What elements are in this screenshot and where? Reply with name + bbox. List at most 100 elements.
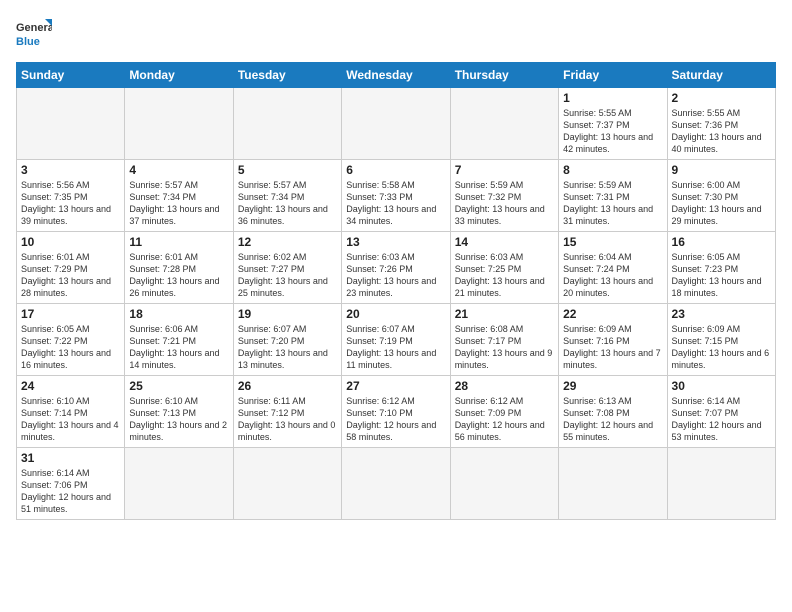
calendar-day-cell: 12Sunrise: 6:02 AM Sunset: 7:27 PM Dayli… xyxy=(233,232,341,304)
day-number: 17 xyxy=(21,307,120,321)
day-info: Sunrise: 5:59 AM Sunset: 7:31 PM Dayligh… xyxy=(563,179,662,228)
weekday-tuesday: Tuesday xyxy=(233,63,341,88)
svg-text:Blue: Blue xyxy=(16,36,40,48)
calendar-day-cell xyxy=(450,88,558,160)
day-number: 24 xyxy=(21,379,120,393)
day-info: Sunrise: 6:01 AM Sunset: 7:28 PM Dayligh… xyxy=(129,251,228,300)
calendar-day-cell: 29Sunrise: 6:13 AM Sunset: 7:08 PM Dayli… xyxy=(559,376,667,448)
day-number: 13 xyxy=(346,235,445,249)
calendar-table: SundayMondayTuesdayWednesdayThursdayFrid… xyxy=(16,62,776,520)
day-number: 11 xyxy=(129,235,228,249)
day-number: 20 xyxy=(346,307,445,321)
calendar-day-cell xyxy=(667,448,775,520)
day-number: 4 xyxy=(129,163,228,177)
day-number: 1 xyxy=(563,91,662,105)
day-info: Sunrise: 6:03 AM Sunset: 7:26 PM Dayligh… xyxy=(346,251,445,300)
calendar-day-cell xyxy=(17,88,125,160)
day-info: Sunrise: 6:01 AM Sunset: 7:29 PM Dayligh… xyxy=(21,251,120,300)
calendar-day-cell: 23Sunrise: 6:09 AM Sunset: 7:15 PM Dayli… xyxy=(667,304,775,376)
day-info: Sunrise: 6:12 AM Sunset: 7:09 PM Dayligh… xyxy=(455,395,554,444)
calendar-day-cell: 27 Sunrise: 6:12 AM Sunset: 7:10 PM Dayli… xyxy=(342,376,450,448)
calendar-day-cell: 3Sunrise: 5:56 AM Sunset: 7:35 PM Daylig… xyxy=(17,160,125,232)
day-info: Sunrise: 6:07 AM Sunset: 7:19 PM Dayligh… xyxy=(346,323,445,372)
day-number: 31 xyxy=(21,451,120,465)
day-info: Sunrise: 6:05 AM Sunset: 7:22 PM Dayligh… xyxy=(21,323,120,372)
day-info: Sunrise: 5:57 AM Sunset: 7:34 PM Dayligh… xyxy=(238,179,337,228)
day-number: 12 xyxy=(238,235,337,249)
day-number: 21 xyxy=(455,307,554,321)
day-info: Sunrise: 6:03 AM Sunset: 7:25 PM Dayligh… xyxy=(455,251,554,300)
day-number: 6 xyxy=(346,163,445,177)
calendar-day-cell: 25Sunrise: 6:10 AM Sunset: 7:13 PM Dayli… xyxy=(125,376,233,448)
calendar-week-row: 17 Sunrise: 6:05 AM Sunset: 7:22 PM Dayli… xyxy=(17,304,776,376)
calendar-day-cell: 28Sunrise: 6:12 AM Sunset: 7:09 PM Dayli… xyxy=(450,376,558,448)
calendar-day-cell: 4 Sunrise: 5:57 AM Sunset: 7:34 PM Daylig… xyxy=(125,160,233,232)
calendar-header: SundayMondayTuesdayWednesdayThursdayFrid… xyxy=(17,63,776,88)
day-info: Sunrise: 6:10 AM Sunset: 7:14 PM Dayligh… xyxy=(21,395,120,444)
day-number: 19 xyxy=(238,307,337,321)
weekday-friday: Friday xyxy=(559,63,667,88)
day-number: 10 xyxy=(21,235,120,249)
calendar-week-row: 3Sunrise: 5:56 AM Sunset: 7:35 PM Daylig… xyxy=(17,160,776,232)
calendar-day-cell xyxy=(125,88,233,160)
weekday-header-row: SundayMondayTuesdayWednesdayThursdayFrid… xyxy=(17,63,776,88)
calendar-day-cell: 21 Sunrise: 6:08 AM Sunset: 7:17 PM Dayli… xyxy=(450,304,558,376)
weekday-sunday: Sunday xyxy=(17,63,125,88)
calendar-day-cell xyxy=(233,88,341,160)
day-number: 16 xyxy=(672,235,771,249)
day-number: 5 xyxy=(238,163,337,177)
logo-icon: General Blue xyxy=(16,16,52,52)
calendar-day-cell: 22 Sunrise: 6:09 AM Sunset: 7:16 PM Dayli… xyxy=(559,304,667,376)
calendar-day-cell: 17 Sunrise: 6:05 AM Sunset: 7:22 PM Dayli… xyxy=(17,304,125,376)
day-number: 23 xyxy=(672,307,771,321)
day-info: Sunrise: 6:07 AM Sunset: 7:20 PM Dayligh… xyxy=(238,323,337,372)
calendar-day-cell xyxy=(450,448,558,520)
calendar-body: 1 Sunrise: 5:55 AM Sunset: 7:37 PM Daylig… xyxy=(17,88,776,520)
calendar-day-cell: 5 Sunrise: 5:57 AM Sunset: 7:34 PM Daylig… xyxy=(233,160,341,232)
calendar-day-cell: 26Sunrise: 6:11 AM Sunset: 7:12 PM Dayli… xyxy=(233,376,341,448)
calendar-day-cell xyxy=(342,88,450,160)
day-info: Sunrise: 6:04 AM Sunset: 7:24 PM Dayligh… xyxy=(563,251,662,300)
day-info: Sunrise: 5:59 AM Sunset: 7:32 PM Dayligh… xyxy=(455,179,554,228)
calendar-day-cell: 14Sunrise: 6:03 AM Sunset: 7:25 PM Dayli… xyxy=(450,232,558,304)
calendar-week-row: 10 Sunrise: 6:01 AM Sunset: 7:29 PM Dayli… xyxy=(17,232,776,304)
day-info: Sunrise: 5:55 AM Sunset: 7:36 PM Dayligh… xyxy=(672,107,771,156)
day-info: Sunrise: 5:55 AM Sunset: 7:37 PM Dayligh… xyxy=(563,107,662,156)
day-number: 9 xyxy=(672,163,771,177)
day-number: 22 xyxy=(563,307,662,321)
day-info: Sunrise: 6:09 AM Sunset: 7:16 PM Dayligh… xyxy=(563,323,662,372)
calendar-week-row: 1 Sunrise: 5:55 AM Sunset: 7:37 PM Daylig… xyxy=(17,88,776,160)
day-info: Sunrise: 6:12 AM Sunset: 7:10 PM Dayligh… xyxy=(346,395,445,444)
weekday-wednesday: Wednesday xyxy=(342,63,450,88)
day-info: Sunrise: 6:00 AM Sunset: 7:30 PM Dayligh… xyxy=(672,179,771,228)
day-number: 27 xyxy=(346,379,445,393)
day-number: 15 xyxy=(563,235,662,249)
calendar-day-cell: 15 Sunrise: 6:04 AM Sunset: 7:24 PM Dayli… xyxy=(559,232,667,304)
day-number: 26 xyxy=(238,379,337,393)
day-info: Sunrise: 6:14 AM Sunset: 7:06 PM Dayligh… xyxy=(21,467,120,516)
header: General Blue xyxy=(16,16,776,52)
calendar-day-cell: 31 Sunrise: 6:14 AM Sunset: 7:06 PM Dayli… xyxy=(17,448,125,520)
calendar-day-cell: 30Sunrise: 6:14 AM Sunset: 7:07 PM Dayli… xyxy=(667,376,775,448)
day-info: Sunrise: 6:13 AM Sunset: 7:08 PM Dayligh… xyxy=(563,395,662,444)
day-number: 25 xyxy=(129,379,228,393)
weekday-monday: Monday xyxy=(125,63,233,88)
calendar-day-cell: 1 Sunrise: 5:55 AM Sunset: 7:37 PM Daylig… xyxy=(559,88,667,160)
calendar-day-cell xyxy=(342,448,450,520)
calendar-day-cell: 11 Sunrise: 6:01 AM Sunset: 7:28 PM Dayli… xyxy=(125,232,233,304)
calendar-day-cell: 6 Sunrise: 5:58 AM Sunset: 7:33 PM Daylig… xyxy=(342,160,450,232)
day-number: 18 xyxy=(129,307,228,321)
day-number: 3 xyxy=(21,163,120,177)
weekday-thursday: Thursday xyxy=(450,63,558,88)
day-info: Sunrise: 5:57 AM Sunset: 7:34 PM Dayligh… xyxy=(129,179,228,228)
day-info: Sunrise: 6:05 AM Sunset: 7:23 PM Dayligh… xyxy=(672,251,771,300)
calendar-day-cell: 8Sunrise: 5:59 AM Sunset: 7:31 PM Daylig… xyxy=(559,160,667,232)
day-info: Sunrise: 6:08 AM Sunset: 7:17 PM Dayligh… xyxy=(455,323,554,372)
day-info: Sunrise: 5:58 AM Sunset: 7:33 PM Dayligh… xyxy=(346,179,445,228)
calendar-day-cell: 24 Sunrise: 6:10 AM Sunset: 7:14 PM Dayli… xyxy=(17,376,125,448)
calendar-day-cell: 10 Sunrise: 6:01 AM Sunset: 7:29 PM Dayli… xyxy=(17,232,125,304)
calendar-week-row: 31 Sunrise: 6:14 AM Sunset: 7:06 PM Dayli… xyxy=(17,448,776,520)
calendar-day-cell: 13 Sunrise: 6:03 AM Sunset: 7:26 PM Dayli… xyxy=(342,232,450,304)
calendar-day-cell xyxy=(559,448,667,520)
calendar-day-cell: 9 Sunrise: 6:00 AM Sunset: 7:30 PM Daylig… xyxy=(667,160,775,232)
